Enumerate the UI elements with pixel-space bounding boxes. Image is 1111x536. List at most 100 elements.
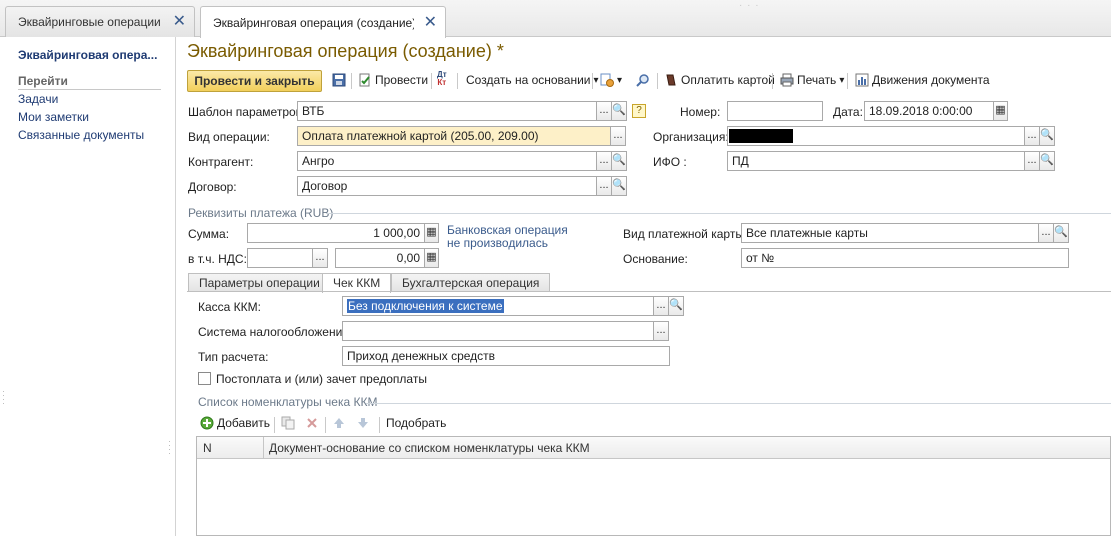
card-type-field[interactable]: Все платежные карты [741, 223, 1039, 243]
vat-sum-field[interactable]: 0,00 [335, 248, 425, 268]
tax-system-field[interactable] [342, 321, 654, 341]
chevron-down-icon: ▾ [593, 74, 599, 86]
navigation-panel: Эквайринговая опера... Перейти Задачи Мо… [0, 37, 176, 536]
column-header-document[interactable]: Документ-основание со списком номенклату… [269, 441, 590, 455]
ellipsis-icon[interactable]: ... [312, 248, 328, 268]
tab-accounting-operation[interactable]: Бухгалтерская операция [391, 273, 551, 292]
ellipsis-icon[interactable]: ... [596, 176, 612, 196]
grip-icon[interactable]: · · · · [2, 387, 5, 408]
basis-label: Основание: [623, 252, 688, 266]
number-label: Номер: [680, 105, 721, 119]
search-icon[interactable]: 🔍 [1039, 151, 1055, 171]
save-button[interactable] [332, 73, 349, 87]
create-based-on-button[interactable]: Создать на основании ▾ [466, 73, 599, 87]
delete-row-button[interactable] [305, 416, 322, 430]
print-button[interactable]: Печать ▾ [780, 73, 844, 87]
register-value: Без подключения к системе [347, 299, 504, 313]
redacted-value [729, 129, 793, 143]
ellipsis-icon[interactable]: ... [1024, 126, 1040, 146]
nomenclature-table[interactable]: N Документ-основание со списком номенкла… [196, 436, 1111, 536]
basis-field[interactable]: от № [741, 248, 1069, 268]
delete-icon [307, 418, 317, 428]
search-icon[interactable]: 🔍 [611, 101, 627, 121]
arrow-down-icon [358, 418, 368, 428]
link-tasks[interactable]: Задачи [18, 92, 58, 106]
counterparty-field[interactable]: Ангро [297, 151, 597, 171]
arrow-up-icon [334, 418, 344, 428]
copy-icon [281, 416, 295, 430]
search-icon[interactable]: 🔍 [1053, 223, 1069, 243]
move-up-button[interactable] [332, 416, 349, 430]
ellipsis-icon[interactable]: ... [653, 296, 669, 316]
divider [326, 213, 1111, 214]
pay-by-card-button[interactable]: Оплатить картой [664, 73, 775, 87]
link-my-notes[interactable]: Мои заметки [18, 110, 89, 124]
search-icon[interactable]: 🔍 [1039, 126, 1055, 146]
ifo-field[interactable]: ПД [727, 151, 1025, 171]
vat-rate-field[interactable] [247, 248, 313, 268]
tab-operation-parameters[interactable]: Параметры операции [188, 273, 331, 292]
add-icon [200, 416, 214, 430]
calendar-icon[interactable]: ▦ [993, 101, 1008, 121]
search-icon[interactable]: 🔍 [611, 176, 627, 196]
date-field[interactable]: 18.09.2018 0:00:00 [864, 101, 994, 121]
tab-kkm-receipt[interactable]: Чек ККМ [322, 273, 392, 293]
counterparty-label: Контрагент: [188, 155, 254, 169]
table-header: N Документ-основание со списком номенкла… [197, 437, 1110, 459]
calc-type-label: Тип расчета: [198, 350, 269, 364]
add-row-button[interactable]: Добавить [200, 416, 270, 430]
dt-kt-button[interactable]: Дт Кт [437, 71, 447, 87]
divider [366, 403, 1111, 404]
template-field[interactable]: ВТБ [297, 101, 597, 121]
ellipsis-icon[interactable]: ... [596, 151, 612, 171]
tax-system-label: Система налогообложения: [198, 325, 353, 339]
ellipsis-icon[interactable]: ... [610, 126, 626, 146]
document-structure-button[interactable]: ▾ [600, 73, 622, 87]
ellipsis-icon[interactable]: ... [1024, 151, 1040, 171]
tab-acquiring-operations[interactable]: Эквайринговые операции ✕ [5, 6, 195, 37]
contract-label: Договор: [188, 180, 237, 194]
search-document-button[interactable] [636, 73, 653, 87]
move-down-button[interactable] [356, 416, 373, 430]
ellipsis-icon[interactable]: ... [596, 101, 612, 121]
register-field[interactable]: Без подключения к системе [342, 296, 654, 316]
ellipsis-icon[interactable]: ... [653, 321, 669, 341]
nomenclature-list-title: Список номенклатуры чека ККМ [198, 395, 378, 409]
pay-by-card-label: Оплатить картой [681, 73, 775, 87]
register-label: Касса ККМ: [198, 300, 261, 314]
page-title: Эквайринговая операция (создание) * [187, 41, 504, 61]
sum-label: Сумма: [188, 227, 230, 241]
contract-field[interactable]: Договор [297, 176, 597, 196]
help-icon[interactable]: ? [632, 104, 646, 118]
close-icon[interactable]: ✕ [424, 14, 437, 31]
payment-group-title: Реквизиты платежа (RUB) [188, 206, 334, 220]
number-field[interactable] [727, 101, 823, 121]
ellipsis-icon[interactable]: ... [1038, 223, 1054, 243]
post-and-close-button[interactable]: Провести и закрыть [187, 70, 322, 92]
tab-acquiring-operation-create[interactable]: Эквайринговая операция (создание) * ✕ [200, 6, 446, 38]
post-button[interactable]: Провести [358, 73, 428, 87]
calculator-icon[interactable]: ▦ [424, 223, 439, 243]
column-header-n[interactable]: N [203, 441, 212, 455]
post-button-label: Провести [375, 73, 429, 87]
tab-label: Эквайринговые операции [18, 15, 161, 29]
search-icon[interactable]: 🔍 [611, 151, 627, 171]
card-type-label: Вид платежной карты: [623, 227, 748, 241]
link-related-documents[interactable]: Связанные документы [18, 128, 144, 142]
sum-field[interactable]: 1 000,00 [247, 223, 425, 243]
calc-type-field[interactable]: Приход денежных средств [342, 346, 670, 366]
magnifier-icon [636, 74, 649, 87]
operation-type-field[interactable]: Оплата платежной картой (205.00, 209.00) [297, 126, 611, 146]
chevron-down-icon: ▾ [839, 74, 845, 86]
column-divider[interactable] [263, 437, 264, 459]
close-icon[interactable]: ✕ [173, 14, 186, 30]
calculator-icon[interactable]: ▦ [424, 248, 439, 268]
postpay-label: Постоплата и (или) зачет предоплаты [216, 372, 427, 386]
grip-icon: · · · [739, 0, 760, 11]
grip-icon[interactable]: · · · · [168, 437, 171, 458]
copy-row-button[interactable] [281, 416, 298, 430]
postpay-checkbox[interactable] [198, 372, 211, 385]
document-movements-button[interactable]: Движения документа [855, 73, 990, 87]
pick-button[interactable]: Подобрать [386, 416, 446, 430]
search-icon[interactable]: 🔍 [668, 296, 684, 316]
